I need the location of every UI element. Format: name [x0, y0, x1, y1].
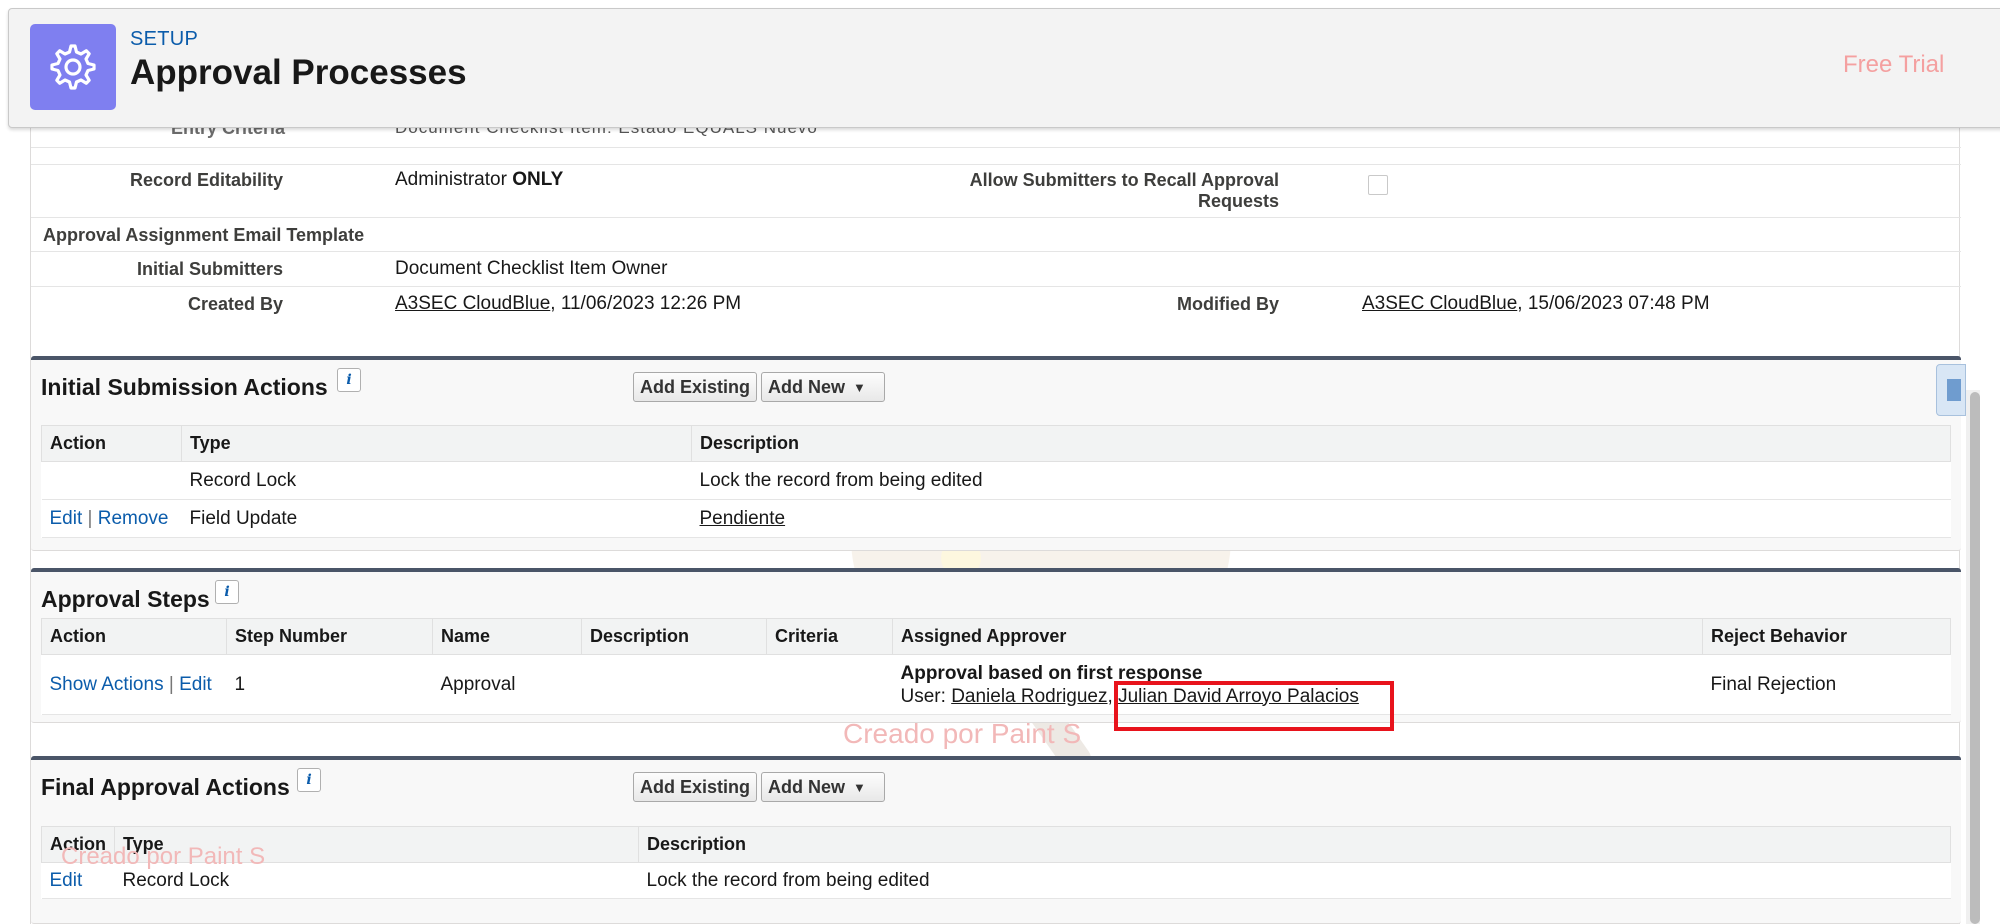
action-cell [41, 461, 182, 500]
show-actions-link[interactable]: Show Actions [50, 674, 164, 695]
section-title: Final Approval Actions [41, 774, 290, 800]
caret-down-icon: ▼ [853, 779, 866, 795]
action-cell: Edit [41, 862, 115, 899]
table-row: Show Actions | Edit 1 Approval Approval … [41, 654, 1951, 715]
column-header: Description [691, 425, 1951, 462]
section-title: Initial Submission Actions [41, 374, 328, 400]
row-divider [31, 286, 1961, 287]
approval-steps-section: Approval Steps i Action Step Number Name… [31, 568, 1961, 723]
add-new-label: Add New [768, 776, 846, 797]
table-row: Edit Record Lock Lock the record from be… [41, 862, 1951, 899]
modified-by-date: , 15/06/2023 07:48 PM [1517, 293, 1710, 314]
column-header: Step Number [226, 618, 433, 655]
action-cell: Show Actions | Edit [41, 654, 227, 715]
column-header: Action [41, 425, 182, 462]
side-panel-toggle[interactable] [1936, 364, 1966, 416]
email-template-label: Approval Assignment Email Template [43, 225, 365, 245]
final-approval-section: Final Approval Actions i Add Existing Ad… [31, 756, 1961, 924]
column-header: Criteria [766, 618, 893, 655]
caret-down-icon: ▼ [853, 379, 866, 395]
column-header: Type [181, 425, 692, 462]
remove-link[interactable]: Remove [98, 508, 169, 529]
table-row: Edit | Remove Field Update Pendiente [41, 499, 1951, 538]
initial-submitters-value: Document Checklist Item Owner [395, 258, 668, 279]
name-cell: Approval [432, 654, 582, 715]
approver-link[interactable]: Julian David Arroyo Palacios [1118, 686, 1359, 707]
description-cell [581, 654, 767, 715]
page-title: Approval Processes [130, 53, 467, 92]
initial-submitters-label: Initial Submitters [136, 259, 283, 279]
record-editability-label: Record Editability [129, 170, 283, 190]
description-cell: Lock the record from being edited [638, 862, 1951, 899]
separator: | [168, 673, 174, 695]
header-eyebrow: SETUP [130, 28, 199, 50]
info-icon[interactable]: i [215, 580, 239, 604]
assigned-approver-cell: Approval based on first response User: D… [892, 654, 1703, 715]
field-update-link[interactable]: Pendiente [700, 508, 786, 529]
allow-recall-checkbox[interactable] [1368, 175, 1388, 195]
page-header: SETUP Approval Processes Free Trial [8, 8, 2000, 128]
modified-by-label: Modified By [1177, 294, 1279, 314]
created-by-label: Created By [187, 294, 283, 314]
action-cell: Edit | Remove [41, 499, 182, 538]
gear-icon [30, 24, 116, 110]
initial-submission-section: Initial Submission Actions i Add Existin… [31, 356, 1961, 551]
row-divider [31, 251, 1961, 252]
separator: | [87, 507, 93, 529]
info-icon[interactable]: i [337, 368, 361, 392]
add-existing-label: Add Existing [640, 376, 751, 397]
add-new-label: Add New [768, 376, 846, 397]
column-header: Action [41, 826, 115, 863]
column-header: Reject Behavior [1702, 618, 1951, 655]
approver-link[interactable]: Daniela Rodriguez [951, 686, 1107, 707]
row-divider [31, 217, 1961, 218]
section-title: Approval Steps [41, 586, 210, 612]
type-cell: Record Lock [114, 862, 639, 899]
reject-behavior-cell: Final Rejection [1702, 654, 1951, 715]
description-cell: Lock the record from being edited [691, 461, 1951, 500]
approval-steps-table: Action Step Number Name Description Crit… [41, 618, 1951, 715]
type-cell: Field Update [181, 499, 692, 538]
approver-separator: , [1107, 685, 1119, 707]
record-editability-value: Administrator ONLY [395, 169, 563, 191]
modified-by-user-link[interactable]: A3SEC CloudBlue [1362, 293, 1517, 314]
scrollbar-thumb[interactable] [1970, 392, 1980, 924]
created-by-value: A3SEC CloudBlue, 11/06/2023 12:26 PM [395, 293, 741, 315]
record-editability-prefix: Administrator [395, 169, 507, 190]
step-number-cell: 1 [226, 654, 433, 715]
initial-submission-table: Action Type Description Record Lock Lock… [41, 425, 1951, 538]
edit-link[interactable]: Edit [50, 870, 83, 891]
description-cell: Pendiente [691, 499, 1951, 538]
column-header: Description [638, 826, 1951, 863]
add-existing-button[interactable]: Add Existing [633, 772, 758, 802]
column-header: Description [581, 618, 767, 655]
process-detail-content: Entry Criteria Document Checklist Item: … [30, 118, 1961, 924]
edit-link[interactable]: Edit [179, 674, 212, 695]
column-header: Type [114, 826, 639, 863]
approver-heading: Approval based on first response [900, 662, 1203, 684]
edit-link[interactable]: Edit [50, 508, 83, 529]
created-by-date: , 11/06/2023 12:26 PM [550, 293, 742, 314]
info-icon[interactable]: i [297, 768, 321, 792]
add-new-button[interactable]: Add New ▼ [761, 372, 885, 402]
final-approval-table: Action Type Description Edit Record Lock… [41, 826, 1951, 899]
add-new-button[interactable]: Add New ▼ [761, 772, 885, 802]
add-existing-label: Add Existing [640, 776, 751, 797]
type-cell: Record Lock [181, 461, 692, 500]
free-trial-link[interactable]: Free Trial [1843, 51, 1944, 79]
add-existing-button[interactable]: Add Existing [633, 372, 758, 402]
approver-prefix: User: [900, 685, 952, 707]
column-header: Name [432, 618, 582, 655]
record-editability-bold: ONLY [512, 169, 564, 190]
criteria-cell [766, 654, 893, 715]
column-header: Action [41, 618, 227, 655]
allow-recall-label: Allow Submitters to Recall Approval Requ… [969, 170, 1279, 211]
approver-list: User: Daniela Rodriguez, Julian David Ar… [901, 685, 1695, 708]
modified-by-value: A3SEC CloudBlue, 15/06/2023 07:48 PM [1362, 293, 1710, 315]
column-header: Assigned Approver [892, 618, 1703, 655]
table-row: Record Lock Lock the record from being e… [41, 461, 1951, 500]
created-by-user-link[interactable]: A3SEC CloudBlue [395, 293, 550, 314]
record-editability-row [31, 164, 1961, 165]
